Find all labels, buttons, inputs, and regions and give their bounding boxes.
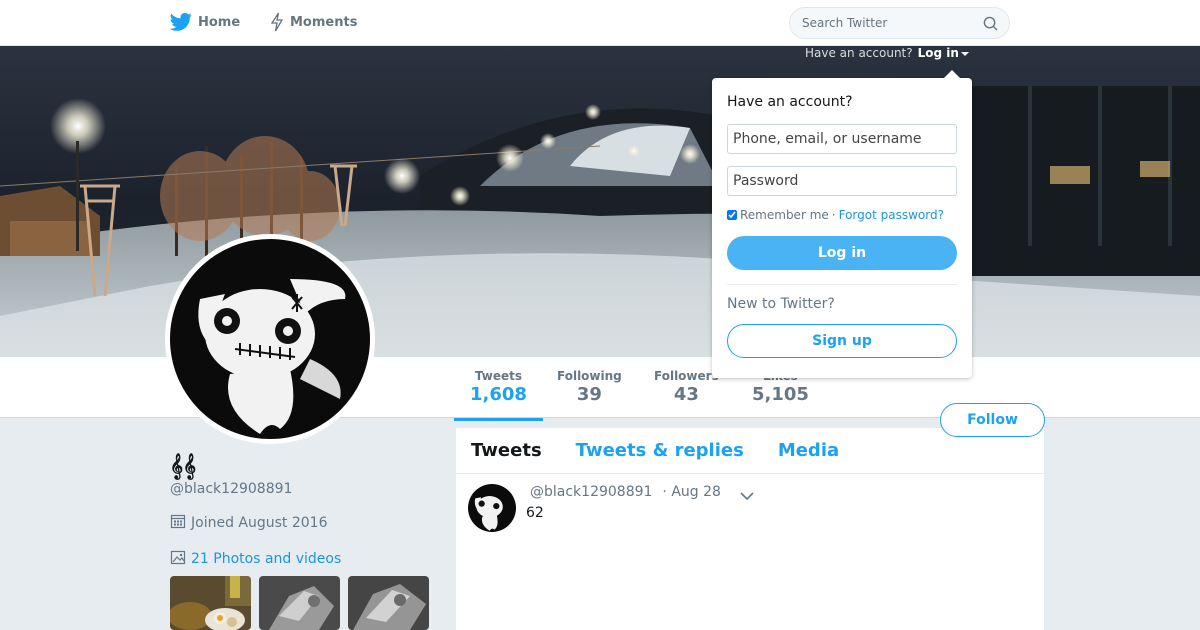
tweet-item[interactable]: @black12908891 · Aug 28 62	[456, 474, 1044, 624]
stat-value: 39	[576, 384, 602, 405]
username-field[interactable]	[727, 124, 957, 154]
stat-tweets[interactable]: Tweets 1,608	[454, 369, 543, 421]
login-toggle[interactable]: Log in	[918, 46, 969, 60]
search-icon[interactable]	[983, 16, 998, 35]
new-to-twitter-text: New to Twitter?	[727, 296, 835, 312]
stat-label: Tweets	[474, 369, 523, 383]
food-photo-image	[170, 576, 251, 630]
stat-label: Following	[557, 369, 622, 383]
tweet-header: @black12908891 · Aug 28	[530, 484, 721, 500]
photo-thumbnail[interactable]	[348, 576, 429, 630]
caret-down-icon	[960, 51, 969, 56]
timeline: Tweets Tweets & replies Media @black1290…	[456, 428, 1044, 630]
tweet-handle[interactable]: @black12908891	[530, 484, 652, 500]
avatar-image	[468, 484, 516, 532]
calendar-icon	[170, 513, 186, 533]
photo-thumbnail[interactable]	[170, 576, 251, 630]
nav-home-label: Home	[198, 14, 241, 30]
tweet-avatar[interactable]	[468, 484, 516, 532]
joined-date: Joined August 2016	[170, 513, 327, 533]
profile-handle: @black12908891	[170, 481, 293, 497]
follow-button[interactable]: Follow	[940, 403, 1045, 437]
profile-name: 𝄞𝄞	[170, 454, 197, 479]
remember-me-checkbox[interactable]	[727, 210, 737, 220]
photo-thumbnail[interactable]	[259, 576, 340, 630]
nav-home[interactable]: Home	[170, 12, 240, 32]
nav-moments[interactable]: Moments	[270, 12, 357, 32]
stat-followers[interactable]: Followers 43	[654, 369, 719, 407]
chevron-down-icon[interactable]	[740, 486, 754, 505]
tab-tweets[interactable]: Tweets	[471, 440, 542, 461]
signup-button[interactable]: Sign up	[727, 324, 957, 358]
remember-me-label: Remember me	[740, 208, 829, 222]
search-box	[789, 7, 1010, 39]
forgot-password-link[interactable]: Forgot password?	[839, 208, 944, 222]
tweet-timestamp[interactable]: · Aug 28	[662, 484, 721, 500]
stat-label: Followers	[654, 369, 719, 383]
tab-tweets-replies[interactable]: Tweets & replies	[576, 440, 744, 461]
search-input[interactable]	[790, 8, 970, 38]
divider	[727, 284, 957, 285]
machine-photo-image	[348, 576, 429, 630]
lightning-icon	[270, 12, 284, 32]
avatar-image	[170, 239, 370, 439]
have-account-bar: Have an account? Log in	[805, 46, 969, 60]
stat-value: 1,608	[470, 384, 527, 405]
photos-videos-link[interactable]: 21 Photos and videos	[170, 549, 341, 569]
photo-icon	[170, 549, 186, 569]
login-dropdown: Have an account? Remember me · Forgot pa…	[712, 70, 972, 378]
twitter-bird-icon	[170, 12, 192, 32]
separator-dot: ·	[831, 208, 836, 222]
top-nav-bar: Home Moments	[0, 0, 1200, 46]
nav-moments-label: Moments	[290, 14, 358, 30]
login-toggle-label: Log in	[917, 46, 959, 60]
machine-photo-image	[259, 576, 340, 630]
have-account-text: Have an account?	[805, 46, 913, 60]
dropdown-title: Have an account?	[727, 94, 853, 110]
photos-videos-label: 21 Photos and videos	[191, 551, 342, 567]
stat-following[interactable]: Following 39	[557, 369, 622, 407]
profile-avatar[interactable]	[165, 234, 375, 444]
login-button[interactable]: Log in	[727, 236, 957, 270]
tab-media[interactable]: Media	[778, 440, 839, 461]
stat-value: 43	[673, 384, 699, 405]
password-field[interactable]	[727, 166, 957, 196]
joined-date-label: Joined August 2016	[191, 515, 328, 531]
remember-row: Remember me · Forgot password?	[727, 208, 944, 222]
stat-value: 5,105	[752, 384, 809, 405]
tweet-text: 62	[526, 505, 544, 521]
